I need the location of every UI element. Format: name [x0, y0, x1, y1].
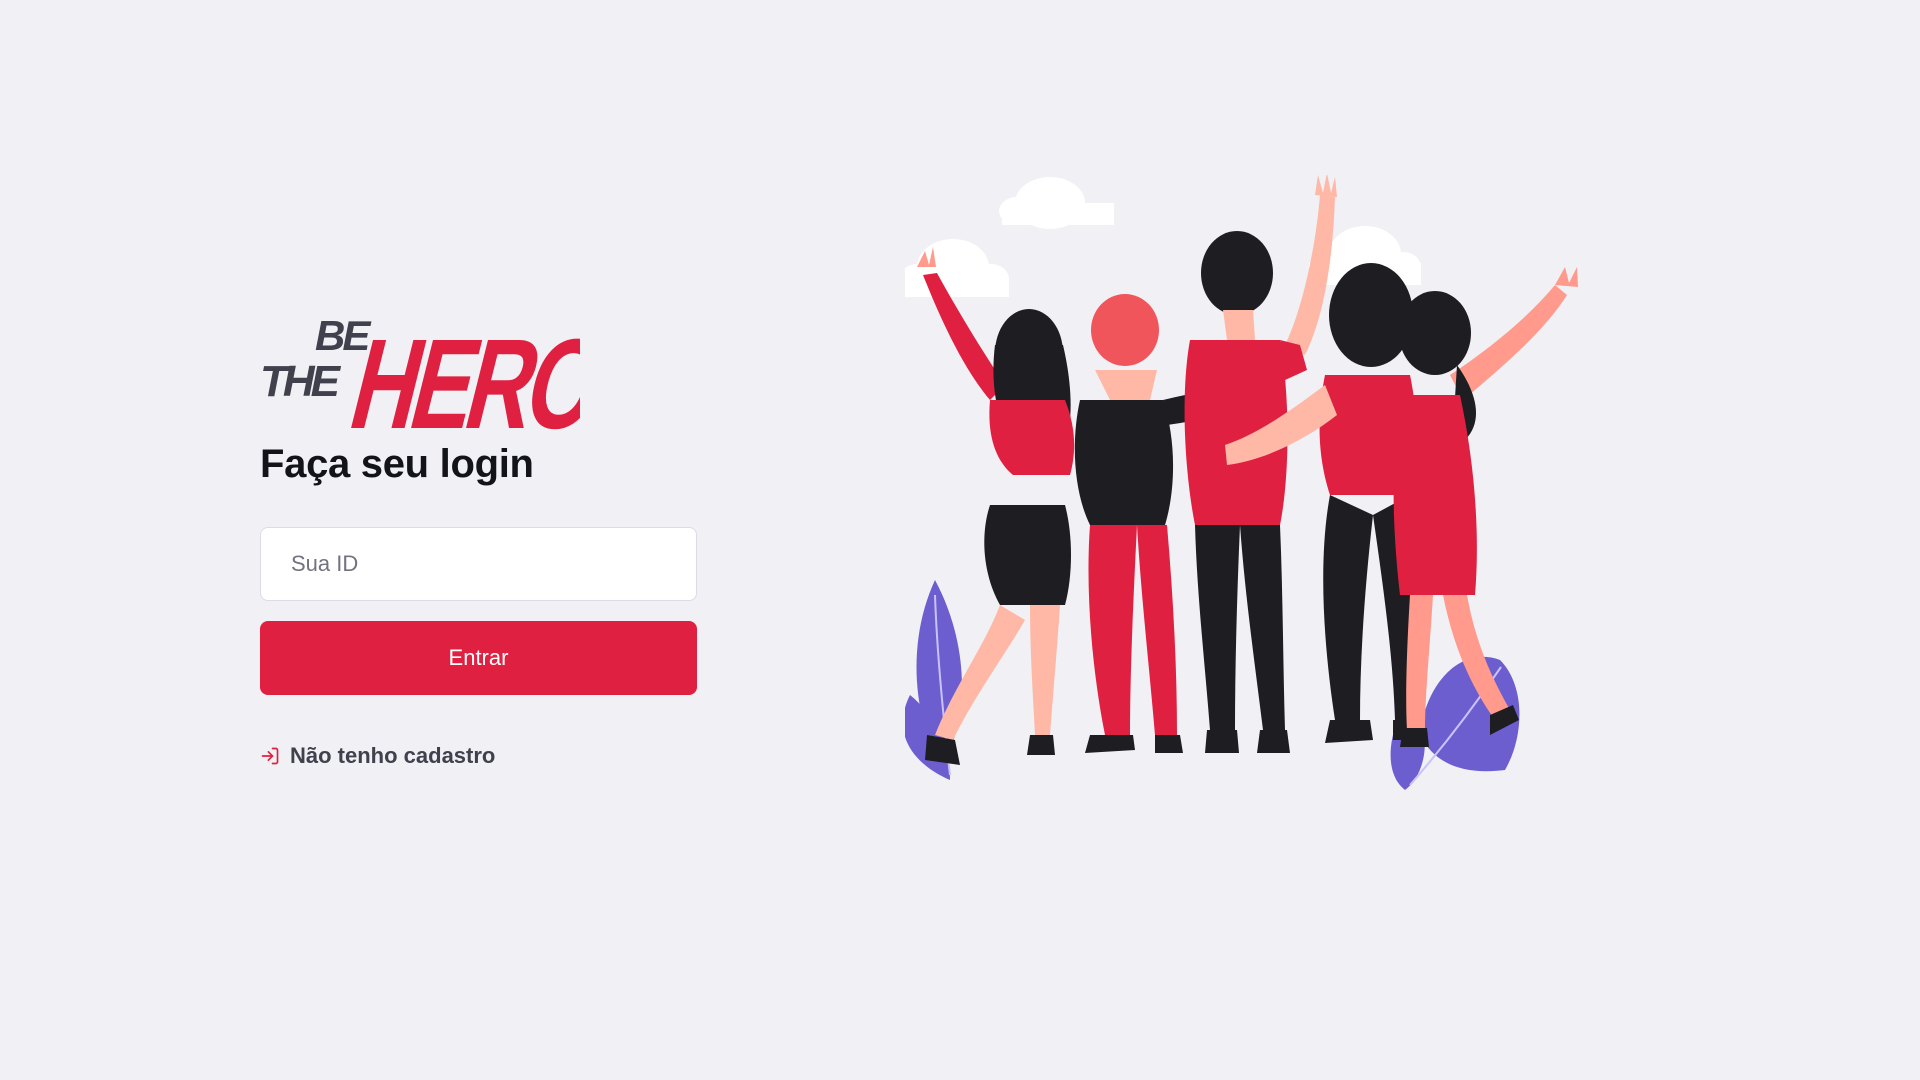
- login-button[interactable]: Entrar: [260, 621, 697, 695]
- login-panel: BE THE HERO Faça seu login Entrar Não te…: [260, 300, 697, 771]
- cloud-icon: [905, 239, 1009, 297]
- hero-person-3: [1184, 175, 1337, 753]
- be-the-hero-logo: BE THE HERO: [260, 312, 580, 440]
- id-input[interactable]: [260, 527, 697, 601]
- login-page: BE THE HERO Faça seu login Entrar Não te…: [0, 0, 1920, 1080]
- logo-the: THE: [260, 357, 342, 406]
- logo-hero: HERO: [338, 312, 580, 440]
- hero-person-5: [1393, 267, 1578, 747]
- log-in-icon: [260, 746, 280, 766]
- register-link-label: Não tenho cadastro: [290, 743, 496, 768]
- cloud-icon: [999, 177, 1114, 229]
- heroes-illustration: [905, 175, 1578, 790]
- page-title: Faça seu login: [260, 442, 534, 486]
- register-link[interactable]: Não tenho cadastro: [260, 743, 495, 769]
